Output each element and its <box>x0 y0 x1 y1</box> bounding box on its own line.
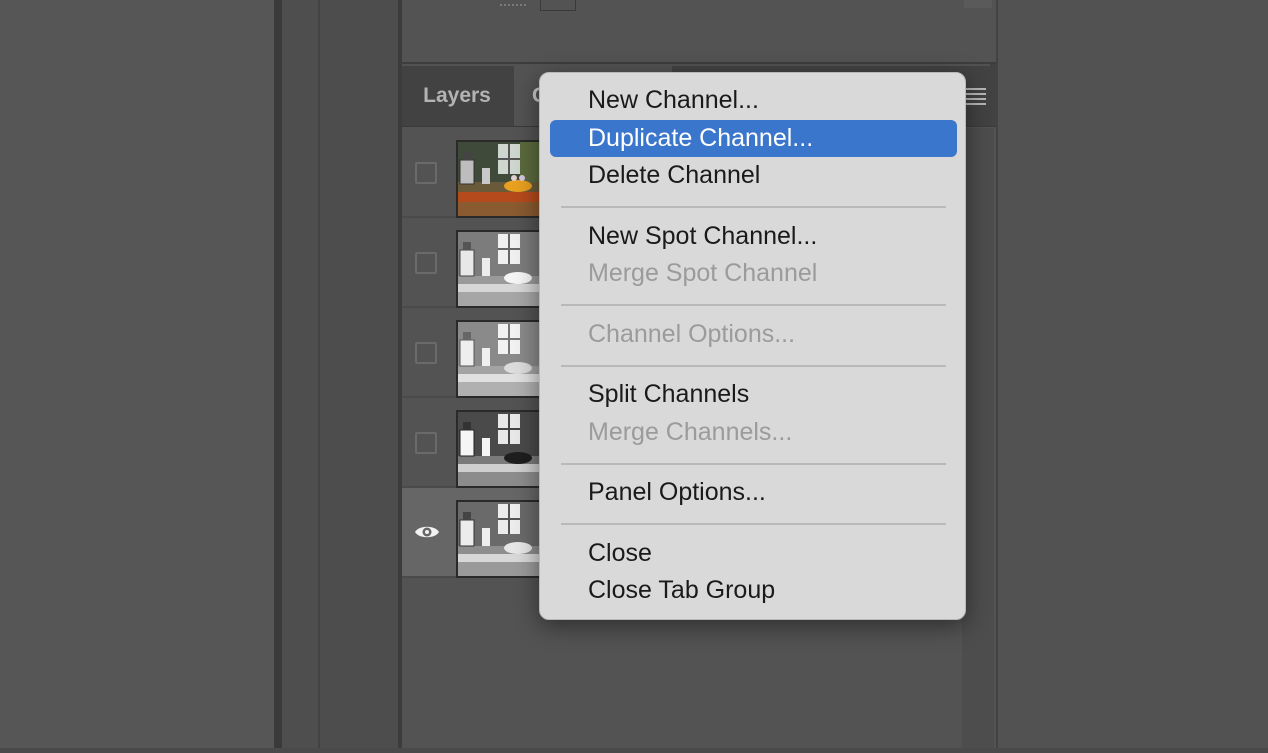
hamburger-icon[interactable] <box>966 88 986 105</box>
scrollbar[interactable] <box>964 0 992 8</box>
workspace-background <box>0 0 274 753</box>
menu-item-new-spot-channel[interactable]: New Spot Channel... <box>550 218 957 255</box>
menu-item-duplicate-channel[interactable]: Duplicate Channel... <box>550 120 957 157</box>
panel-control[interactable] <box>540 0 576 11</box>
channel-thumbnail <box>456 320 546 398</box>
workspace-background-right <box>998 0 1268 753</box>
side-dock <box>282 0 318 753</box>
eye-icon[interactable] <box>414 520 440 544</box>
visibility-toggle[interactable] <box>415 162 437 184</box>
side-dock <box>320 0 400 753</box>
menu-item-close[interactable]: Close <box>550 535 957 572</box>
scrollbar[interactable] <box>962 128 994 753</box>
channel-thumbnail <box>456 500 546 578</box>
menu-item-delete-channel[interactable]: Delete Channel <box>550 157 957 194</box>
upper-panel <box>402 0 996 64</box>
divider <box>274 0 282 753</box>
channel-thumbnail <box>456 140 546 218</box>
visibility-toggle[interactable] <box>415 252 437 274</box>
visibility-toggle[interactable] <box>415 432 437 454</box>
panel-grip[interactable] <box>500 4 526 9</box>
menu-separator <box>561 304 946 306</box>
divider <box>0 748 1268 753</box>
menu-item-panel-options[interactable]: Panel Options... <box>550 474 957 511</box>
menu-item-close-tab-group[interactable]: Close Tab Group <box>550 572 957 609</box>
menu-item-split-channels[interactable]: Split Channels <box>550 376 957 413</box>
menu-separator <box>561 206 946 208</box>
channel-thumbnail <box>456 230 546 308</box>
menu-separator <box>561 365 946 367</box>
menu-item-merge-channels: Merge Channels... <box>588 418 793 446</box>
panel-flyout-menu: New Channel... Duplicate Channel... Dele… <box>539 72 966 620</box>
menu-item-new-channel[interactable]: New Channel... <box>550 82 957 119</box>
visibility-toggle[interactable] <box>415 342 437 364</box>
menu-item-channel-options: Channel Options... <box>588 320 796 348</box>
menu-separator <box>561 463 946 465</box>
menu-separator <box>561 523 946 525</box>
channel-thumbnail <box>456 410 546 488</box>
tab-layers[interactable]: Layers <box>402 66 512 126</box>
menu-item-merge-spot-channel: Merge Spot Channel <box>588 259 818 287</box>
